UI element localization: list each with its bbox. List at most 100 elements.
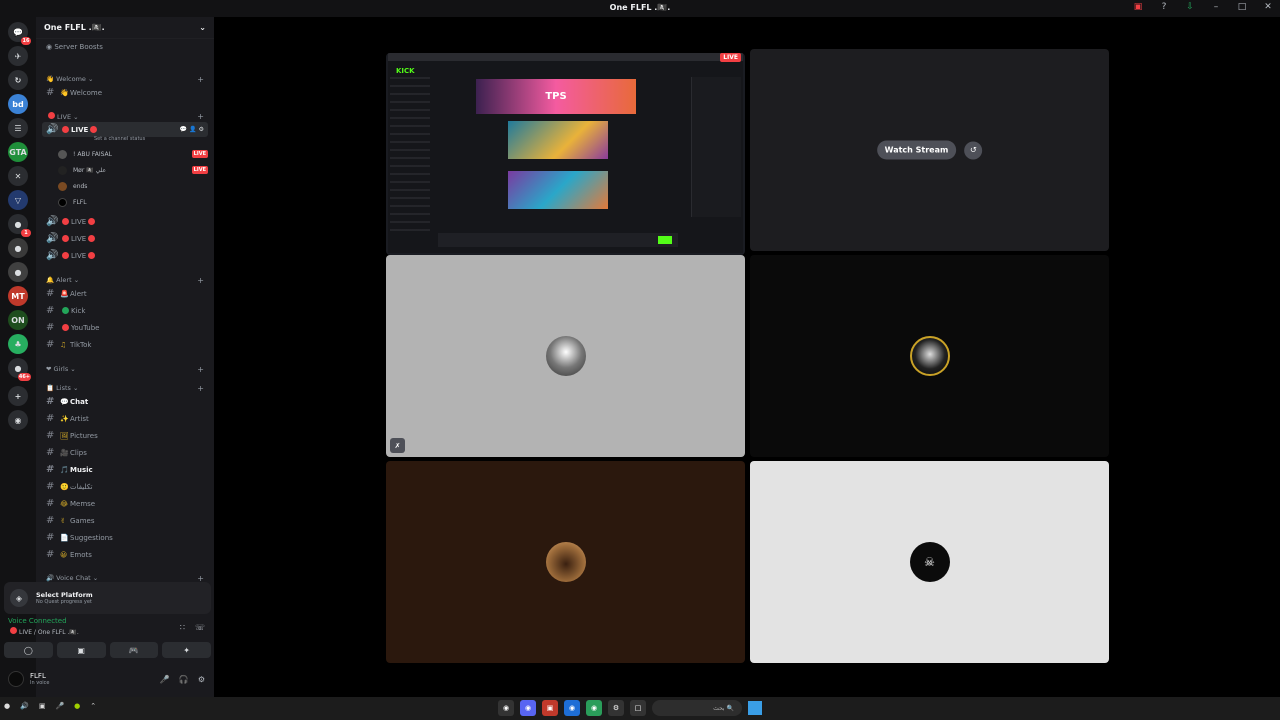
direct-messages-icon[interactable]: 💬 16	[8, 22, 31, 45]
participant-tile[interactable]	[386, 461, 745, 663]
participant-tile[interactable]	[750, 255, 1109, 457]
channel-suggestions[interactable]: # 📄 Suggestions	[42, 530, 208, 545]
hash-icon: #	[46, 515, 55, 526]
server-icon[interactable]: ●	[8, 238, 28, 258]
volume-icon[interactable]: 🔊	[20, 702, 29, 710]
server-icon[interactable]: ● 1	[8, 214, 31, 237]
voice-channel-live-active[interactable]: 🔊 LIVE 💬 👤 ⚙	[42, 122, 208, 137]
help-icon[interactable]: ?	[1158, 2, 1170, 12]
hash-icon: #	[46, 305, 55, 316]
voice-user[interactable]: ! ABU FAISAL LIVE	[58, 147, 208, 161]
close-button[interactable]: ✕	[1262, 2, 1274, 12]
screen-share-button[interactable]: ▣	[56, 642, 106, 658]
channel-youtube[interactable]: # YouTube	[42, 320, 208, 335]
voice-channel-live[interactable]: 🔊 LIVE	[42, 214, 208, 229]
status-dot-icon[interactable]: ●	[74, 702, 80, 710]
soundboard-button[interactable]: ✦	[162, 642, 211, 658]
discover-icon[interactable]: ◉	[8, 410, 28, 430]
channel-clips[interactable]: # 🎥 Clips	[42, 445, 208, 460]
add-server-icon[interactable]: +	[8, 386, 28, 406]
taskbar-app-icon[interactable]: ◉	[564, 700, 580, 716]
clip-icon: 🎥	[60, 448, 69, 457]
server-icon[interactable]: ☰	[8, 118, 28, 138]
settings-gear-icon[interactable]: ⚙	[198, 675, 205, 684]
channel-status[interactable]: Set a channel status	[94, 136, 145, 142]
username[interactable]: FLFL	[30, 672, 49, 680]
steam-icon[interactable]: ⚙	[608, 700, 624, 716]
chevron-up-icon[interactable]: ⌃	[90, 702, 96, 710]
channel-actions[interactable]: 💬 👤 ⚙	[180, 126, 209, 133]
hash-icon: #	[46, 481, 55, 492]
channel-tiktok[interactable]: # ♫ TikTok	[42, 337, 208, 352]
voice-user[interactable]: ends	[58, 179, 208, 193]
taskbar-app-icon[interactable]: ◉	[498, 700, 514, 716]
quest-panel[interactable]: ◈ Select Platform No Quest progress yet	[4, 582, 211, 614]
server-icon[interactable]: MT	[8, 286, 28, 306]
server-icon[interactable]: ● 46+	[8, 358, 31, 381]
participant-tile[interactable]: ✗	[386, 255, 745, 457]
server-icon[interactable]: ✕	[8, 166, 28, 186]
hash-icon: #	[46, 396, 55, 407]
channel-kick[interactable]: # Kick	[42, 303, 208, 318]
add-channel-icon[interactable]: +	[197, 112, 204, 121]
microphone-icon[interactable]: 🎤	[55, 702, 64, 710]
signal-icon[interactable]: ∷	[180, 623, 185, 632]
voice-user[interactable]: FLFL	[58, 195, 208, 209]
popout-icon[interactable]: ↺	[964, 141, 983, 159]
sparkle-icon: ✨	[60, 414, 69, 423]
disconnect-icon[interactable]: ☏	[195, 623, 205, 632]
unread-badge: 46+	[17, 373, 31, 381]
tray-logo-icon[interactable]: ●	[4, 702, 10, 710]
channel-chat[interactable]: # 💬 Chat	[42, 394, 208, 409]
participant-tile[interactable]: ☠	[750, 461, 1109, 663]
discord-taskbar-icon[interactable]: ◉	[520, 700, 536, 716]
screen-share-icon[interactable]: ▣	[1132, 2, 1144, 12]
add-channel-icon[interactable]: +	[197, 75, 204, 84]
activity-button[interactable]: 🎮	[109, 642, 159, 658]
network-icon[interactable]: ▣	[39, 702, 46, 710]
voice-user[interactable]: Mør 🏴‍☠️ علي LIVE	[58, 163, 208, 177]
channel-pictures[interactable]: # 🖼 Pictures	[42, 428, 208, 443]
chrome-icon[interactable]: ◉	[586, 700, 602, 716]
stream-tile-blurred[interactable]: Watch Stream ↺	[750, 49, 1109, 251]
server-icon[interactable]: ▽	[8, 190, 28, 210]
channel-games[interactable]: # ✌ Games	[42, 513, 208, 528]
voice-channel-live[interactable]: 🔊 LIVE	[42, 231, 208, 246]
channel-welcome[interactable]: # 👋 Welcome	[42, 85, 208, 100]
server-header[interactable]: One FLFL .🏴‍☠️. ⌄	[36, 17, 214, 39]
headphones-icon[interactable]: 🎧	[179, 675, 189, 684]
server-icon[interactable]: ♣	[8, 334, 28, 354]
microphone-icon[interactable]: 🎤	[160, 675, 170, 684]
minimize-button[interactable]: –	[1210, 2, 1222, 12]
add-channel-icon[interactable]: +	[197, 365, 204, 374]
maximize-button[interactable]: □	[1236, 2, 1248, 12]
taskbar-app-icon[interactable]: ▣	[542, 700, 558, 716]
server-icon[interactable]: ↻	[8, 70, 28, 90]
taskbar-search[interactable]: بحث 🔍	[652, 700, 742, 716]
stream-tile[interactable]: KICK TPS LIVE	[386, 53, 745, 255]
channel-alert[interactable]: # 🚨 Alert	[42, 286, 208, 301]
channel-arabic[interactable]: # 🙂 تكليفات	[42, 479, 208, 494]
add-channel-icon[interactable]: +	[197, 276, 204, 285]
category-girls[interactable]: ❤ Girls ⌄ +	[36, 363, 214, 376]
server-icon[interactable]: GTA	[8, 142, 28, 162]
windows-start-icon[interactable]	[748, 701, 762, 715]
channel-memes[interactable]: # 😂 Memse	[42, 496, 208, 511]
channel-emots[interactable]: # 😀 Emots	[42, 547, 208, 562]
server-icon[interactable]: ✈	[8, 46, 28, 66]
camera-off-button[interactable]: ◯	[4, 642, 53, 658]
server-icon[interactable]: ON	[8, 310, 28, 330]
server-boosts[interactable]: ◉ Server Boosts	[36, 39, 214, 55]
mic-muted-icon: ✗	[390, 438, 405, 453]
user-avatar[interactable]	[8, 671, 24, 687]
server-icon[interactable]: ●	[8, 262, 28, 282]
add-channel-icon[interactable]: +	[197, 384, 204, 393]
smile-icon: 🙂	[60, 482, 69, 491]
files-icon[interactable]: □	[630, 700, 646, 716]
watch-stream-button[interactable]: Watch Stream	[876, 140, 957, 160]
server-icon[interactable]: bd	[8, 94, 28, 114]
download-icon[interactable]: ⇩	[1184, 2, 1196, 12]
channel-artist[interactable]: # ✨ Artist	[42, 411, 208, 426]
channel-music[interactable]: # 🎵 Music	[42, 462, 208, 477]
voice-channel-live[interactable]: 🔊 LIVE	[42, 248, 208, 263]
